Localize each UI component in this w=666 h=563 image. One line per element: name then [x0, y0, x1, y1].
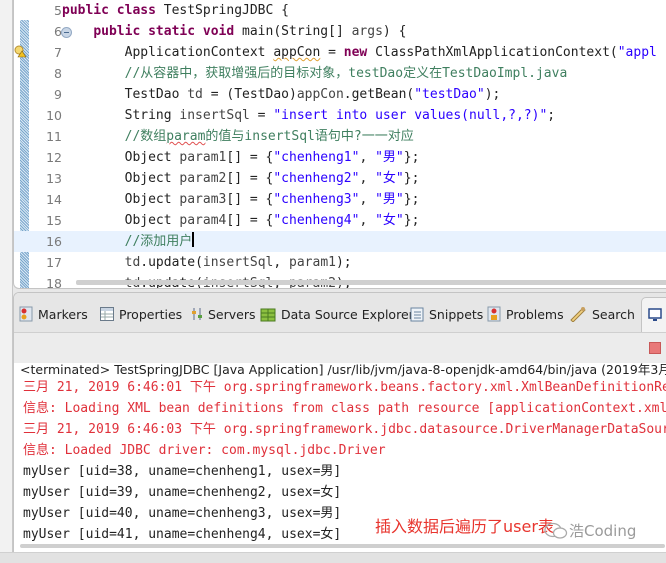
tab-data-source-explorer-label: Data Source Explorer: [281, 306, 414, 322]
tab-snippets-label: Snippets: [429, 306, 484, 322]
tab-search-label: Search: [592, 306, 635, 322]
code-line[interactable]: 7 ApplicationContext appCon = new ClassP…: [14, 42, 666, 63]
tab-console[interactable]: Console: [641, 297, 666, 332]
line-number: 10: [46, 108, 62, 123]
status-bar: [0, 552, 666, 563]
console-log-line: 信息: Loading XML bean definitions from cl…: [23, 401, 666, 416]
code-line[interactable]: 9 TestDao td = (TestDao)appCon.getBean("…: [14, 84, 666, 105]
tab-problems[interactable]: Problems: [487, 305, 564, 323]
code-line[interactable]: 17 td.update(insertSql, param1);: [14, 252, 666, 273]
tab-servers[interactable]: Servers: [191, 305, 256, 323]
tab-properties-label: Properties: [119, 306, 183, 322]
tab-data-source-explorer[interactable]: Data Source Explorer: [260, 305, 414, 323]
code-editor[interactable]: 5 public class TestSpringJDBC {6 public s…: [13, 0, 666, 289]
console-output-line: myUser [uid=38, uname=chenheng1, usex=男]: [23, 464, 342, 479]
console-icon: [648, 308, 662, 321]
console-log-line: 信息: Loaded JDBC driver: com.mysql.jdbc.D…: [23, 443, 386, 458]
console-horizontal-scrollbar[interactable]: [20, 544, 665, 548]
line-number: 7: [54, 45, 62, 60]
tab-snippets[interactable]: Snippets: [410, 305, 483, 323]
text-caret: [192, 232, 195, 247]
code-text: public class TestSpringJDBC {: [62, 3, 289, 18]
code-text: td.update(insertSql, param1);: [124, 255, 352, 270]
line-number: 5: [54, 3, 62, 18]
code-line[interactable]: 11 //数组param的值与insertSql语句中?一一对应: [14, 126, 666, 147]
tab-search[interactable]: Search: [569, 305, 635, 323]
bottom-views-panel: Markers Properties Servers Data Source E…: [13, 292, 666, 554]
code-text: //添加用户: [124, 232, 195, 249]
tab-servers-label: Servers: [208, 306, 256, 322]
console-header: <terminated> TestSpringJDBC [Java Applic…: [20, 362, 666, 377]
code-line[interactable]: 10 String insertSql = "insert into user …: [14, 105, 666, 126]
tab-markers[interactable]: Markers: [19, 305, 88, 323]
code-text: ApplicationContext appCon = new ClassPat…: [62, 45, 657, 60]
code-line[interactable]: 8 //从容器中，获取增强后的目标对象，testDao定义在TestDaoImp…: [14, 63, 666, 84]
properties-icon: [100, 307, 114, 321]
line-number: 11: [46, 129, 62, 144]
code-line[interactable]: 13 Object param2[] = {"chenheng2", "女"};: [14, 168, 666, 189]
tab-problems-label: Problems: [506, 306, 564, 322]
line-number: 12: [46, 150, 62, 165]
editor-horizontal-scrollbar[interactable]: [76, 280, 666, 285]
warning-lightbulb-icon[interactable]: [14, 45, 27, 58]
code-line[interactable]: 15 Object param4[] = {"chenheng4", "女"};: [14, 210, 666, 231]
snippets-icon: [410, 307, 424, 321]
tab-markers-label: Markers: [38, 306, 88, 322]
line-number: 15: [46, 213, 62, 228]
line-number: 6: [54, 24, 62, 39]
code-text: public static void main(String[] args) {: [93, 24, 407, 39]
markers-icon: [19, 306, 33, 322]
code-text: Object param2[] = {"chenheng2", "女"};: [62, 171, 420, 186]
code-text: TestDao td = (TestDao)appCon.getBean("te…: [62, 87, 501, 102]
left-panel-edge: [0, 0, 13, 562]
console-log-line: 三月 21, 2019 6:46:03 下午 org.springframewo…: [23, 422, 666, 437]
line-number: 14: [46, 192, 62, 207]
line-number: 9: [54, 87, 62, 102]
line-number: 18: [46, 276, 62, 289]
problems-icon: [487, 306, 501, 322]
code-line[interactable]: 14 Object param3[] = {"chenheng3", "男"};: [14, 189, 666, 210]
code-text: Object param1[] = {"chenheng1", "男"};: [62, 150, 420, 165]
code-text: //从容器中，获取增强后的目标对象，testDao定义在TestDaoImpl.…: [124, 66, 568, 81]
search-icon: [570, 307, 586, 322]
line-number: 8: [54, 66, 62, 81]
servers-icon: [192, 308, 202, 320]
terminate-button[interactable]: [649, 342, 661, 354]
wechat-icon: [544, 522, 568, 539]
code-text: Object param4[] = {"chenheng4", "女"};: [62, 213, 420, 228]
data-source-icon: [260, 308, 276, 321]
console-output-line: myUser [uid=39, uname=chenheng2, usex=女]: [23, 485, 342, 500]
console-output-line: myUser [uid=40, uname=chenheng3, usex=男]: [23, 506, 342, 521]
code-line[interactable]: 12 Object param1[] = {"chenheng1", "男"};: [14, 147, 666, 168]
watermark-text: 浩Coding: [569, 522, 637, 540]
tab-properties[interactable]: Properties: [100, 305, 182, 323]
line-number: 13: [46, 171, 62, 186]
code-text: String insertSql = "insert into user val…: [62, 108, 556, 123]
annotation-text: 插入数据后遍历了user表: [375, 517, 554, 536]
watermark: 浩Coding: [543, 520, 636, 541]
code-text: //数组param的值与insertSql语句中?一一对应: [124, 129, 414, 144]
line-number: 17: [46, 255, 62, 270]
code-line[interactable]: 6 public static void main(String[] args)…: [14, 21, 666, 42]
code-line[interactable]: 16 //添加用户: [14, 231, 666, 252]
console-output-line: myUser [uid=41, uname=chenheng4, usex=女]: [23, 527, 342, 542]
line-number: 16: [46, 234, 62, 249]
console-log-line: 三月 21, 2019 6:46:01 下午 org.springframewo…: [23, 380, 666, 395]
view-tab-bar: Markers Properties Servers Data Source E…: [14, 293, 666, 333]
code-line[interactable]: 5 public class TestSpringJDBC {: [14, 0, 666, 21]
code-text: Object param3[] = {"chenheng3", "男"};: [62, 192, 420, 207]
